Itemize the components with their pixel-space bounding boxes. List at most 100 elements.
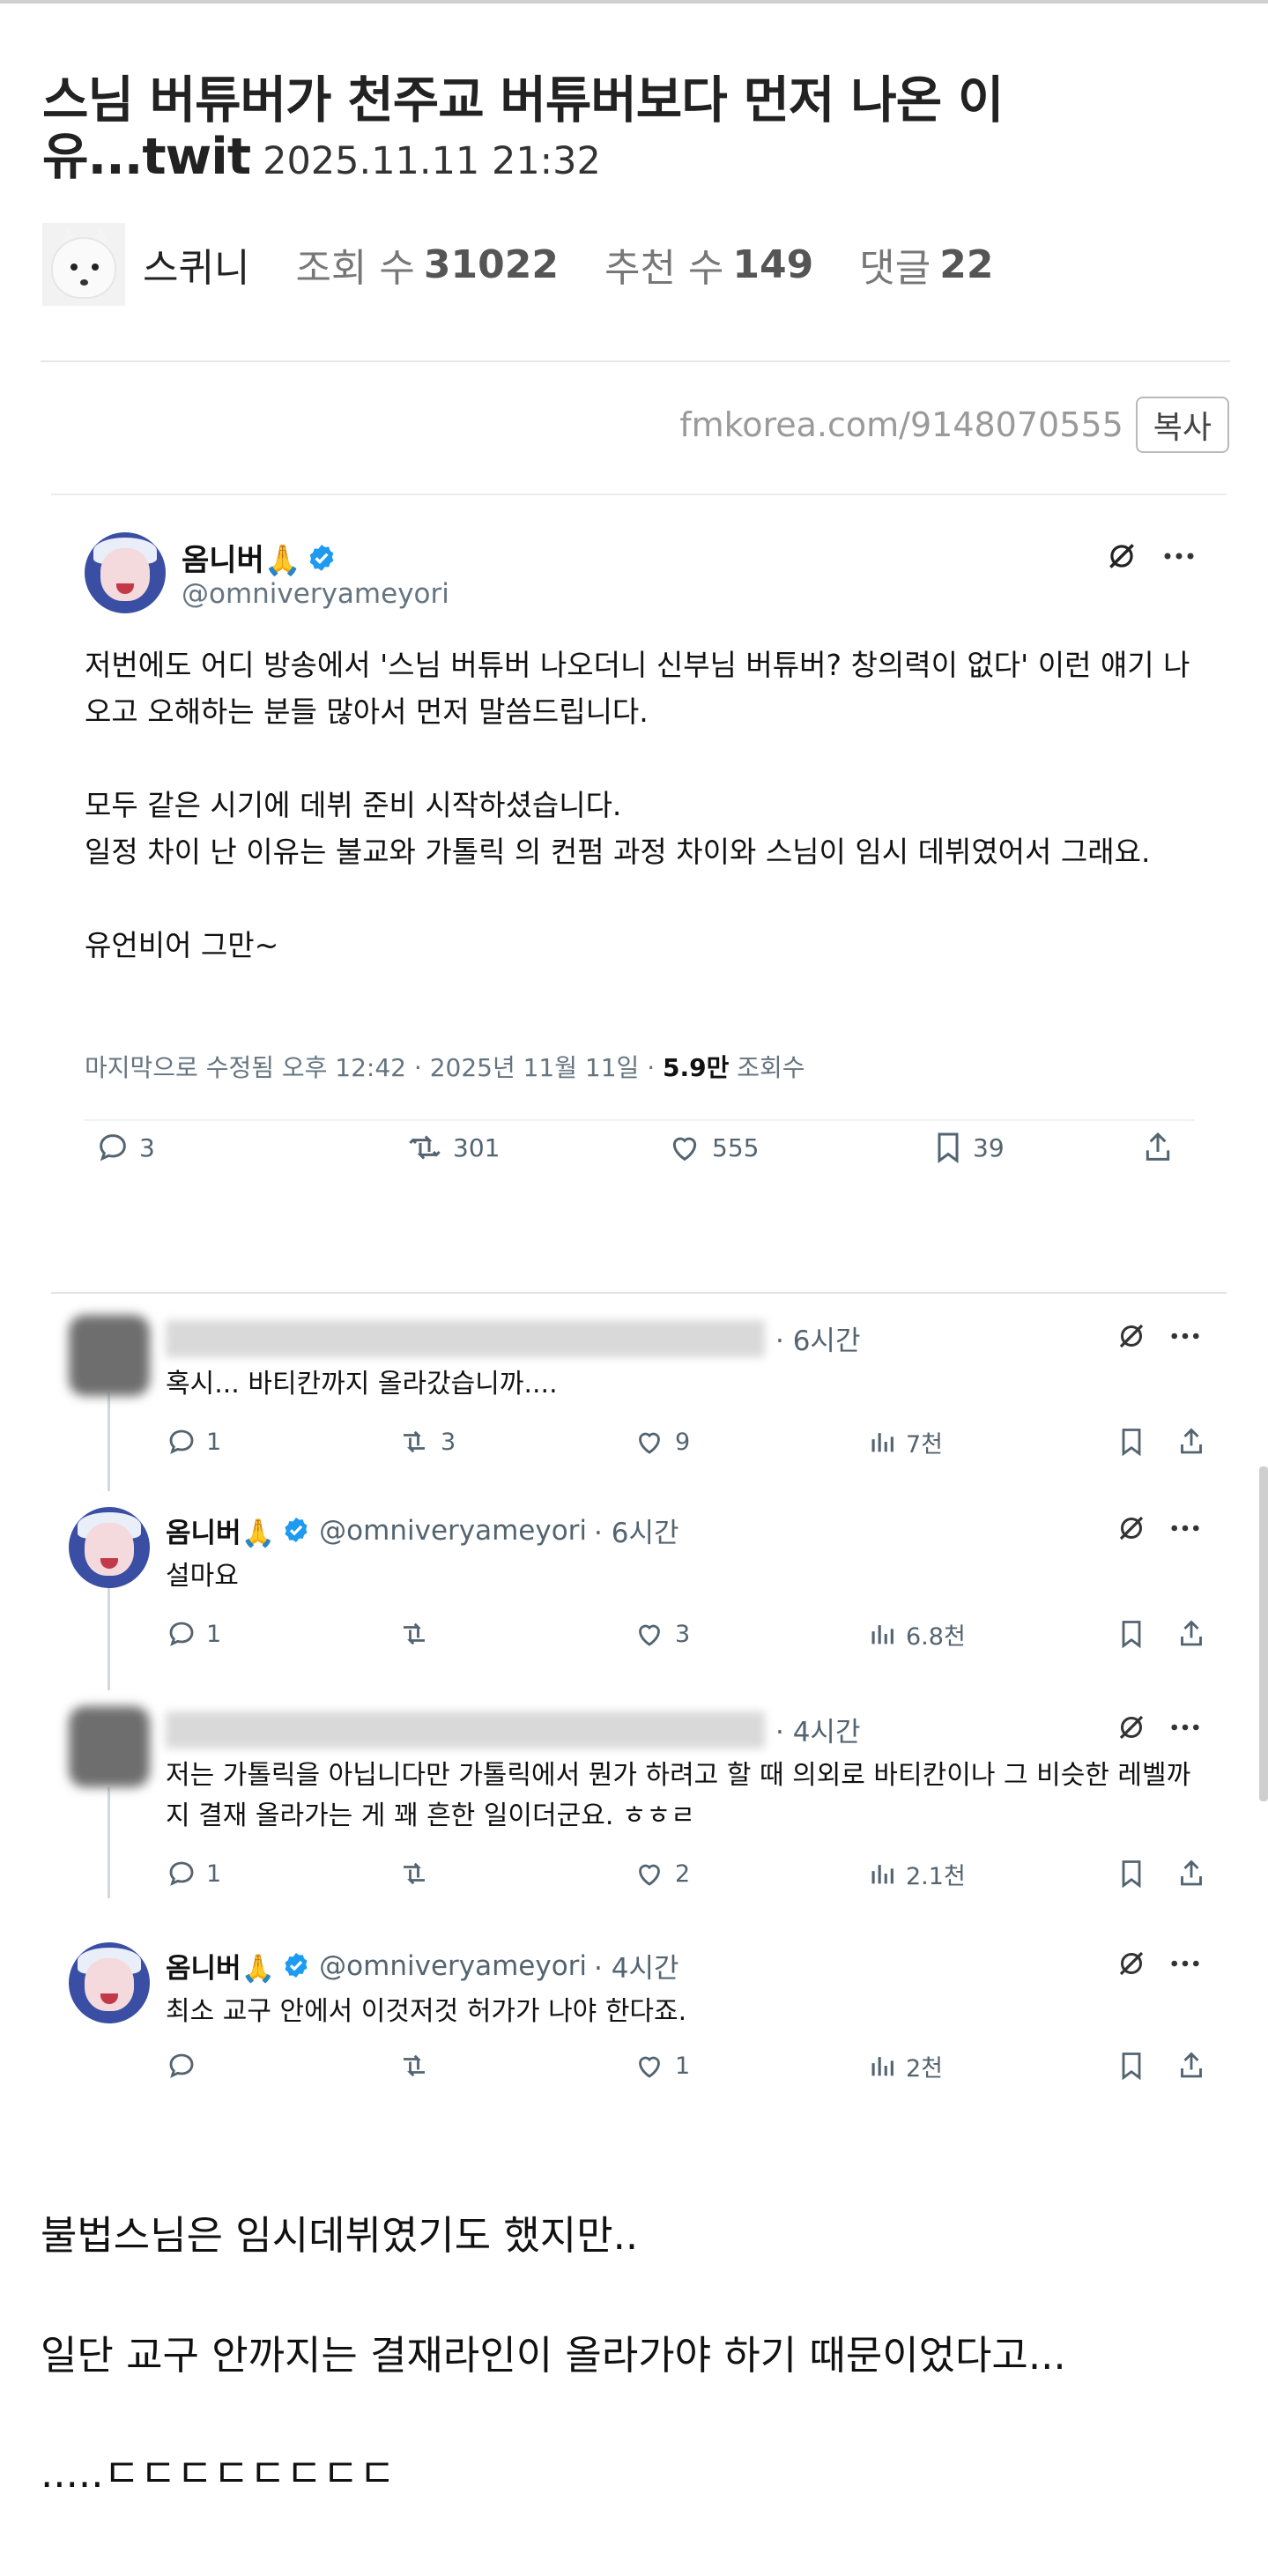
retweet-button[interactable]: 3 xyxy=(397,1426,456,1458)
like-button[interactable]: 9 xyxy=(633,1426,690,1458)
more-options-icon[interactable] xyxy=(1163,552,1195,560)
share-icon[interactable] xyxy=(1140,1130,1175,1165)
grok-icon[interactable] xyxy=(1116,1948,1147,1979)
thread-line xyxy=(108,1787,110,1898)
reply-author-avatar[interactable] xyxy=(69,1507,150,1588)
views-count: 31022 xyxy=(423,241,559,287)
reply-author-name[interactable]: 옴니버🙏 xyxy=(166,1511,275,1550)
reply-button[interactable]: 1 xyxy=(166,1618,221,1650)
share-icon[interactable] xyxy=(1175,1426,1207,1458)
reply-top-icons xyxy=(1116,1948,1200,1979)
views-button[interactable]: 2.1천 xyxy=(867,1857,966,1891)
like-button[interactable]: 3 xyxy=(633,1618,690,1650)
view-count: 2.1천 xyxy=(906,1862,966,1890)
view-count: 7천 xyxy=(906,1430,944,1459)
bookmark-button[interactable] xyxy=(1117,1858,1146,1889)
reply-button[interactable]: 3 xyxy=(95,1130,155,1165)
like-button[interactable]: 2 xyxy=(633,1858,690,1889)
tweet-author-avatar[interactable] xyxy=(85,532,166,613)
reply-button[interactable] xyxy=(166,2050,206,2082)
views-button[interactable]: 6.8천 xyxy=(867,1617,966,1652)
retweet-button[interactable]: 301 xyxy=(405,1130,500,1165)
bookmark-button[interactable] xyxy=(1117,1426,1146,1458)
views-label: 조회 수 xyxy=(295,246,415,291)
post-body-line: 불법스님은 임시데뷔였기도 했지만.. xyxy=(41,2212,639,2259)
reply-time[interactable]: · 6시간 xyxy=(594,1511,678,1550)
tweet-author-handle[interactable]: @omniveryameyori xyxy=(182,578,449,610)
reply-text: 최소 교구 안에서 이것저것 허가가 나야 한다죠. xyxy=(166,1996,687,2027)
bookmark-button[interactable] xyxy=(1117,2050,1146,2082)
retweet-button[interactable] xyxy=(397,2050,441,2082)
reply-author-avatar[interactable] xyxy=(69,1942,150,2023)
reply-time[interactable]: · 4시간 xyxy=(594,1946,678,1986)
post-title: 스님 버튜버가 천주교 버튜버보다 먼저 나온 이유...twit 2025.11… xyxy=(42,72,1223,189)
tweet-view-label: 조회수 xyxy=(729,1053,805,1082)
like-button[interactable]: 555 xyxy=(666,1130,759,1165)
like-count: 2 xyxy=(675,1860,691,1888)
share-icon[interactable] xyxy=(1175,1618,1207,1650)
blurred-username xyxy=(166,1319,765,1357)
retweet-button[interactable] xyxy=(397,1858,441,1889)
tweet-view-count: 5.9만 xyxy=(663,1053,730,1082)
reply-time[interactable]: · 4시간 xyxy=(775,1710,860,1749)
thread-line xyxy=(108,1392,110,1491)
verified-badge-icon xyxy=(282,1516,312,1546)
comments-count[interactable]: 22 xyxy=(939,242,993,287)
tweet-top-icons xyxy=(1105,539,1195,573)
reply-button[interactable]: 1 xyxy=(166,1426,221,1458)
reply-avatar-blurred[interactable] xyxy=(69,1706,150,1787)
reply-top-icons xyxy=(1116,1711,1200,1743)
tweet-edited-time[interactable]: 마지막으로 수정됨 오후 12:42 · 2025년 11월 11일 · xyxy=(85,1053,663,1082)
embedded-tweet: 옴니버🙏 @omniveryameyori 저번에도 어디 방송에서 '스님 버… xyxy=(51,494,1227,1223)
author-name[interactable]: 스퀴니 xyxy=(143,236,249,293)
comments-label[interactable]: 댓글 xyxy=(859,236,931,293)
share-icon[interactable] xyxy=(1175,2050,1207,2082)
views-button[interactable]: 7천 xyxy=(867,1425,943,1459)
views-button[interactable]: 2천 xyxy=(867,2049,943,2083)
reply-text: 저는 가톨릭을 아닙니다만 가톨릭에서 뭔가 하려고 할 때 의외로 바티칸이나… xyxy=(166,1760,1191,1831)
verified-badge-icon xyxy=(282,1951,312,1981)
thread-line xyxy=(108,1585,110,1690)
tweet-author-name[interactable]: 옴니버🙏 xyxy=(182,536,337,579)
like-count: 1 xyxy=(675,2052,691,2080)
post-url[interactable]: fmkorea.com/9148070555 xyxy=(679,405,1123,444)
top-border xyxy=(0,0,1268,4)
retweet-count: 301 xyxy=(453,1132,501,1162)
grok-icon[interactable] xyxy=(1116,1320,1147,1352)
reply-author-name[interactable]: 옴니버🙏 xyxy=(166,1946,275,1986)
reply-count: 1 xyxy=(206,1620,222,1648)
grok-icon[interactable] xyxy=(1116,1711,1147,1743)
like-button[interactable]: 1 xyxy=(633,2050,690,2082)
blurred-username xyxy=(166,1711,765,1748)
url-row: fmkorea.com/9148070555 복사 xyxy=(679,397,1229,453)
reply-thread: · 6시간 혹시... 바티칸까지 올라갔습니까.... 1 3 9 7천 옴니… xyxy=(51,1292,1227,2119)
reply-button[interactable]: 1 xyxy=(166,1858,221,1889)
reply-header: · 4시간 xyxy=(166,1710,860,1749)
bookmark-button[interactable]: 39 xyxy=(932,1130,1005,1165)
scrollbar-thumb[interactable] xyxy=(1259,1466,1268,1801)
grok-icon[interactable] xyxy=(1105,539,1138,573)
bookmark-button[interactable] xyxy=(1117,1618,1146,1650)
grok-icon[interactable] xyxy=(1116,1512,1147,1544)
recommend-count: 149 xyxy=(732,241,814,287)
retweet-button[interactable] xyxy=(397,1618,441,1650)
reply-top-icons xyxy=(1116,1512,1200,1544)
more-options-icon[interactable] xyxy=(1170,1524,1200,1533)
reply-time[interactable]: · 6시간 xyxy=(775,1318,860,1358)
like-count: 3 xyxy=(675,1620,691,1648)
view-count: 2천 xyxy=(906,2054,944,2082)
author-avatar[interactable] xyxy=(42,223,125,306)
copy-url-button[interactable]: 복사 xyxy=(1135,397,1229,453)
tweet-author-name-text[interactable]: 옴니버🙏 xyxy=(182,536,301,579)
reply-text: 설마요 xyxy=(166,1561,239,1592)
more-options-icon[interactable] xyxy=(1170,1959,1200,1968)
reply-avatar-blurred[interactable] xyxy=(69,1315,150,1396)
tweet-footer: 마지막으로 수정됨 오후 12:42 · 2025년 11월 11일 · 5.9… xyxy=(85,1049,805,1084)
more-options-icon[interactable] xyxy=(1170,1332,1200,1340)
reply-author-handle[interactable]: @omniveryameyori xyxy=(319,1950,587,1982)
share-icon[interactable] xyxy=(1175,1858,1207,1889)
more-options-icon[interactable] xyxy=(1170,1723,1200,1732)
verified-badge-icon xyxy=(307,543,337,573)
bookmark-count: 39 xyxy=(973,1132,1005,1162)
reply-author-handle[interactable]: @omniveryameyori xyxy=(319,1515,587,1547)
